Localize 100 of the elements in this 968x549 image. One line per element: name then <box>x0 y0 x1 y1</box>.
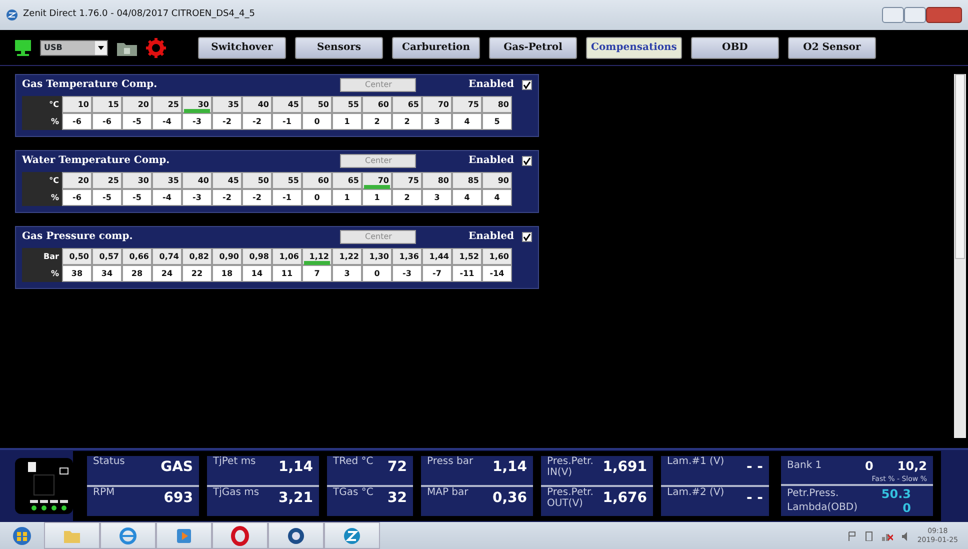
value-cell[interactable]: 3 <box>422 189 452 206</box>
value-cell[interactable]: 3 <box>332 265 362 282</box>
value-cell[interactable]: -11 <box>452 265 482 282</box>
axis-cell[interactable]: 0,57 <box>92 248 122 265</box>
axis-cell[interactable]: 35 <box>212 96 242 113</box>
axis-cell[interactable]: 1,30 <box>362 248 392 265</box>
scrollbar-thumb[interactable] <box>955 74 965 259</box>
axis-cell[interactable]: 55 <box>332 96 362 113</box>
enabled-checkbox[interactable] <box>522 232 532 242</box>
tray-volume-icon[interactable] <box>901 530 910 540</box>
axis-cell[interactable]: 1,44 <box>422 248 452 265</box>
value-cell[interactable]: 1 <box>332 113 362 130</box>
tab[interactable]: OBD <box>690 36 779 58</box>
tab[interactable]: Gas-Petrol <box>489 36 577 58</box>
value-cell[interactable]: 1 <box>362 189 392 206</box>
value-cell[interactable]: 5 <box>482 113 512 130</box>
value-cell[interactable]: 24 <box>152 265 182 282</box>
axis-cell[interactable]: 0,50 <box>62 248 92 265</box>
value-cell[interactable]: 14 <box>242 265 272 282</box>
maximize-button[interactable] <box>904 7 926 23</box>
axis-cell[interactable]: 60 <box>302 172 332 189</box>
axis-cell[interactable]: 1,06 <box>272 248 302 265</box>
value-cell[interactable]: 2 <box>392 113 422 130</box>
tab[interactable]: O2 Sensor <box>788 36 876 58</box>
value-cell[interactable]: 4 <box>452 189 482 206</box>
axis-cell[interactable]: 85 <box>452 172 482 189</box>
value-cell[interactable]: -2 <box>242 113 272 130</box>
value-cell[interactable]: -4 <box>152 189 182 206</box>
axis-cell[interactable]: 0,90 <box>212 248 242 265</box>
enabled-checkbox[interactable] <box>522 156 532 166</box>
axis-cell[interactable]: 55 <box>272 172 302 189</box>
value-cell[interactable]: 18 <box>212 265 242 282</box>
axis-cell[interactable]: 45 <box>272 96 302 113</box>
axis-cell[interactable]: 60 <box>362 96 392 113</box>
axis-cell[interactable]: 70 <box>422 96 452 113</box>
scrollbar[interactable] <box>954 74 966 438</box>
axis-cell[interactable]: 0,98 <box>242 248 272 265</box>
value-cell[interactable]: 0 <box>302 189 332 206</box>
axis-cell[interactable]: 65 <box>392 96 422 113</box>
value-cell[interactable]: 0 <box>302 113 332 130</box>
taskbar-button[interactable] <box>268 522 324 549</box>
axis-cell[interactable]: 0,82 <box>182 248 212 265</box>
axis-cell[interactable]: 50 <box>242 172 272 189</box>
taskbar-button[interactable] <box>100 522 156 549</box>
value-cell[interactable]: 22 <box>182 265 212 282</box>
tab[interactable]: Compensations <box>586 36 682 58</box>
value-cell[interactable]: -4 <box>152 113 182 130</box>
axis-cell[interactable]: 30 <box>182 96 212 113</box>
value-cell[interactable]: -1 <box>272 189 302 206</box>
axis-cell[interactable]: 15 <box>92 96 122 113</box>
value-cell[interactable]: 4 <box>482 189 512 206</box>
axis-cell[interactable]: 80 <box>482 96 512 113</box>
axis-cell[interactable]: 25 <box>152 96 182 113</box>
value-cell[interactable]: -5 <box>92 189 122 206</box>
value-cell[interactable]: 1 <box>332 189 362 206</box>
axis-cell[interactable]: 40 <box>182 172 212 189</box>
axis-cell[interactable]: 0,66 <box>122 248 152 265</box>
axis-cell[interactable]: 50 <box>302 96 332 113</box>
axis-cell[interactable]: 1,60 <box>482 248 512 265</box>
value-cell[interactable]: -3 <box>182 189 212 206</box>
value-cell[interactable]: -7 <box>422 265 452 282</box>
axis-cell[interactable]: 10 <box>62 96 92 113</box>
axis-cell[interactable]: 35 <box>152 172 182 189</box>
tab[interactable]: Sensors <box>295 36 383 58</box>
value-cell[interactable]: -6 <box>62 189 92 206</box>
axis-cell[interactable]: 45 <box>212 172 242 189</box>
value-cell[interactable]: 7 <box>302 265 332 282</box>
tray-battery-icon[interactable] <box>865 530 874 540</box>
taskbar-button[interactable] <box>324 522 380 549</box>
value-cell[interactable]: 38 <box>62 265 92 282</box>
axis-cell[interactable]: 40 <box>242 96 272 113</box>
axis-cell[interactable]: 30 <box>122 172 152 189</box>
axis-cell[interactable]: 1,12 <box>302 248 332 265</box>
value-cell[interactable]: 2 <box>392 189 422 206</box>
axis-cell[interactable]: 75 <box>452 96 482 113</box>
value-cell[interactable]: -3 <box>392 265 422 282</box>
value-cell[interactable]: 3 <box>422 113 452 130</box>
value-cell[interactable]: -3 <box>182 113 212 130</box>
axis-cell[interactable]: 1,22 <box>332 248 362 265</box>
axis-cell[interactable]: 65 <box>332 172 362 189</box>
tab[interactable]: Carburetion <box>392 36 480 58</box>
value-cell[interactable]: -5 <box>122 113 152 130</box>
axis-cell[interactable]: 70 <box>362 172 392 189</box>
tray-flag-icon[interactable] <box>847 530 858 540</box>
enabled-checkbox[interactable] <box>522 80 532 90</box>
value-cell[interactable]: 0 <box>362 265 392 282</box>
axis-cell[interactable]: 1,52 <box>452 248 482 265</box>
value-cell[interactable]: -2 <box>212 113 242 130</box>
value-cell[interactable]: -2 <box>242 189 272 206</box>
axis-cell[interactable]: 25 <box>92 172 122 189</box>
value-cell[interactable]: -14 <box>482 265 512 282</box>
axis-cell[interactable]: 20 <box>122 96 152 113</box>
axis-cell[interactable]: 90 <box>482 172 512 189</box>
value-cell[interactable]: -1 <box>272 113 302 130</box>
value-cell[interactable]: 34 <box>92 265 122 282</box>
axis-cell[interactable]: 20 <box>62 172 92 189</box>
tab[interactable]: Switchover <box>198 36 286 58</box>
value-cell[interactable]: -2 <box>212 189 242 206</box>
value-cell[interactable]: 28 <box>122 265 152 282</box>
value-cell[interactable]: 4 <box>452 113 482 130</box>
